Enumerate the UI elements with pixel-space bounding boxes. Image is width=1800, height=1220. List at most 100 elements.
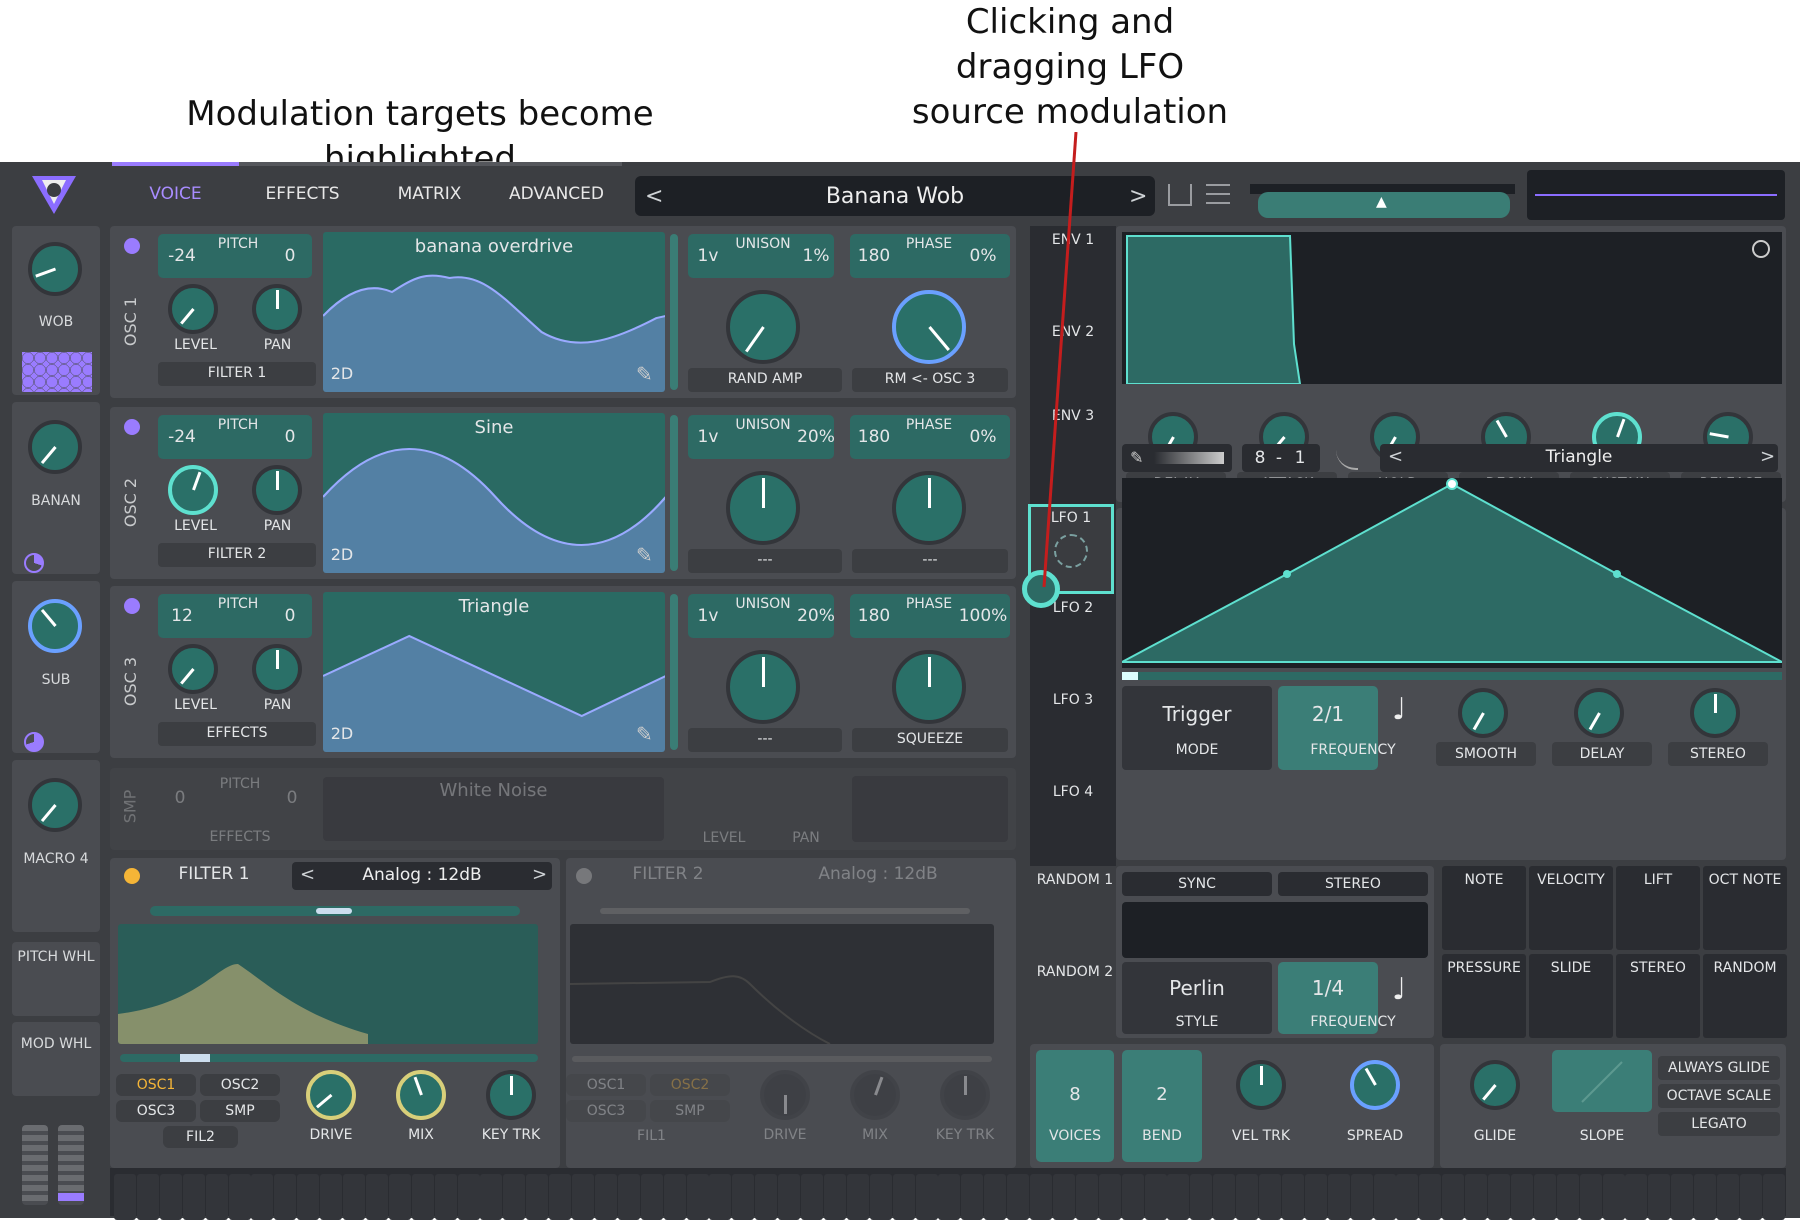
piano-key[interactable]	[1327, 1174, 1350, 1220]
piano-key[interactable]	[1236, 1174, 1259, 1220]
osc3-mode[interactable]: 2D	[326, 724, 358, 743]
piano-key[interactable]	[1259, 1174, 1281, 1220]
piano-key[interactable]	[1350, 1174, 1373, 1220]
filter1-fil-button[interactable]: FIL2	[163, 1126, 238, 1148]
piano-key[interactable]	[961, 1174, 984, 1220]
piano-key[interactable]	[251, 1174, 274, 1220]
filter1-type-selector[interactable]: < Analog : 12dB >	[292, 862, 552, 890]
piano-key[interactable]	[1488, 1174, 1510, 1220]
osc3-frame-slider[interactable]	[670, 594, 678, 750]
osc3-pan-knob[interactable]	[252, 644, 302, 694]
piano-key[interactable]	[1098, 1174, 1121, 1220]
filter1-drive-knob[interactable]	[306, 1070, 356, 1120]
osc3-phase-rand[interactable]: 100%	[956, 606, 1010, 626]
piano-key[interactable]	[686, 1174, 709, 1220]
piano-key[interactable]	[823, 1174, 846, 1220]
osc1-wave-name[interactable]: banana overdrive	[323, 236, 665, 257]
lfo-next-icon[interactable]: >	[1760, 446, 1775, 467]
piano-key[interactable]	[1625, 1174, 1648, 1220]
voices-box[interactable]	[1036, 1050, 1114, 1162]
save-icon[interactable]	[1168, 184, 1192, 206]
zoom-icon[interactable]	[1752, 240, 1770, 258]
piano-key[interactable]	[365, 1174, 388, 1220]
filter2-cutoff-slider[interactable]	[600, 908, 970, 914]
piano-key[interactable]	[1075, 1174, 1098, 1220]
macro-label-4[interactable]: MACRO 4	[12, 851, 100, 867]
piano-key[interactable]	[572, 1174, 594, 1220]
lfos-item-3[interactable]: LFO 4	[1030, 784, 1116, 800]
filter2-reso-slider[interactable]	[572, 1056, 992, 1062]
osc1-dest[interactable]: FILTER 1	[158, 365, 316, 381]
lfo-paint-button[interactable]: ✎	[1122, 444, 1232, 472]
note-icon[interactable]: ♩	[1392, 692, 1406, 727]
random-display[interactable]	[1122, 902, 1428, 958]
filter2-keytrk-knob[interactable]	[940, 1070, 990, 1120]
osc3-wave-name[interactable]: Triangle	[323, 596, 665, 617]
osc3-level-knob[interactable]	[168, 644, 218, 694]
piano-key[interactable]	[1717, 1174, 1739, 1220]
osc1-unison-detune[interactable]: 1%	[794, 246, 838, 266]
lfos-item-2[interactable]: LFO 3	[1030, 692, 1116, 708]
bend-box[interactable]	[1122, 1050, 1202, 1162]
smp-dest[interactable]: EFFECTS	[160, 829, 320, 845]
piano-key[interactable]	[549, 1174, 572, 1220]
piano-key[interactable]	[480, 1174, 503, 1220]
osc3-edit-icon[interactable]: ✎	[636, 722, 653, 746]
osc2-mode[interactable]: 2D	[326, 545, 358, 564]
piano-key[interactable]	[159, 1174, 182, 1220]
piano-key[interactable]	[732, 1174, 755, 1220]
filter1-response-display[interactable]	[118, 924, 538, 1044]
osc1-frame-slider[interactable]	[670, 234, 678, 390]
osc3-unison-voices[interactable]: 1v	[690, 606, 726, 626]
piano-key[interactable]	[984, 1174, 1007, 1220]
smp-options[interactable]	[852, 776, 1008, 842]
lfo-display[interactable]	[1121, 478, 1783, 668]
smp-wave-name[interactable]: White Noise	[323, 780, 664, 801]
macro-knob-banan[interactable]	[28, 420, 82, 474]
osc1-fine[interactable]: 0	[270, 246, 310, 266]
piano-key[interactable]	[1533, 1174, 1556, 1220]
piano-key[interactable]	[846, 1174, 869, 1220]
piano-key[interactable]	[411, 1174, 434, 1220]
piano-key[interactable]	[388, 1174, 411, 1220]
piano-key[interactable]	[1556, 1174, 1579, 1220]
piano-key[interactable]	[297, 1174, 320, 1220]
filter2-enable[interactable]	[576, 868, 592, 884]
macro-knob-sub[interactable]	[28, 599, 82, 653]
next-preset-icon[interactable]: >	[1129, 184, 1147, 209]
lfo-phase-slider[interactable]	[1122, 672, 1782, 680]
macro-label-sub[interactable]: SUB	[12, 672, 100, 688]
osc2-phase-value[interactable]: 180	[852, 427, 896, 447]
note-icon-2[interactable]: ♩	[1392, 972, 1406, 1007]
osc1-level-knob[interactable]	[168, 284, 218, 334]
macro-knob-wob[interactable]	[28, 242, 82, 296]
piano-key[interactable]	[1648, 1174, 1671, 1220]
piano-key[interactable]	[892, 1174, 915, 1220]
piano-key[interactable]	[709, 1174, 732, 1220]
piano-key[interactable]	[938, 1174, 961, 1220]
osc1-spectral-mode[interactable]: RAND AMP	[688, 371, 842, 387]
osc1-pitch[interactable]: -24	[160, 246, 204, 266]
mod-wheel[interactable]	[58, 1125, 84, 1205]
osc1-spectral-knob[interactable]	[726, 290, 800, 364]
tab-advanced[interactable]: ADVANCED	[493, 184, 620, 204]
keyboard[interactable]	[110, 1168, 1786, 1220]
piano-key[interactable]	[136, 1174, 159, 1220]
piano-key[interactable]	[228, 1174, 251, 1220]
osc2-pan-knob[interactable]	[252, 465, 302, 515]
piano-key[interactable]	[1121, 1174, 1144, 1220]
filter2-type[interactable]: Analog : 12dB	[748, 864, 1008, 884]
filter2-drive-knob[interactable]	[760, 1070, 810, 1120]
piano-key[interactable]	[1762, 1174, 1785, 1220]
osc1-pan-knob[interactable]	[252, 284, 302, 334]
osc2-phase-rand[interactable]: 0%	[956, 427, 1010, 447]
filter1-source-osc1[interactable]: OSC1	[116, 1074, 196, 1096]
osc2-spectral-mode[interactable]: ---	[688, 552, 842, 568]
filter2-source-osc1[interactable]: OSC1	[566, 1074, 646, 1096]
randoms-item-0[interactable]: RANDOM 1	[1030, 872, 1120, 888]
piano-key[interactable]	[1190, 1174, 1213, 1220]
filter1-source-osc2[interactable]: OSC2	[200, 1074, 280, 1096]
osc1-phase-rand[interactable]: 0%	[956, 246, 1010, 266]
piano-key[interactable]	[1007, 1174, 1030, 1220]
filter1-keytrk-knob[interactable]	[486, 1070, 536, 1120]
